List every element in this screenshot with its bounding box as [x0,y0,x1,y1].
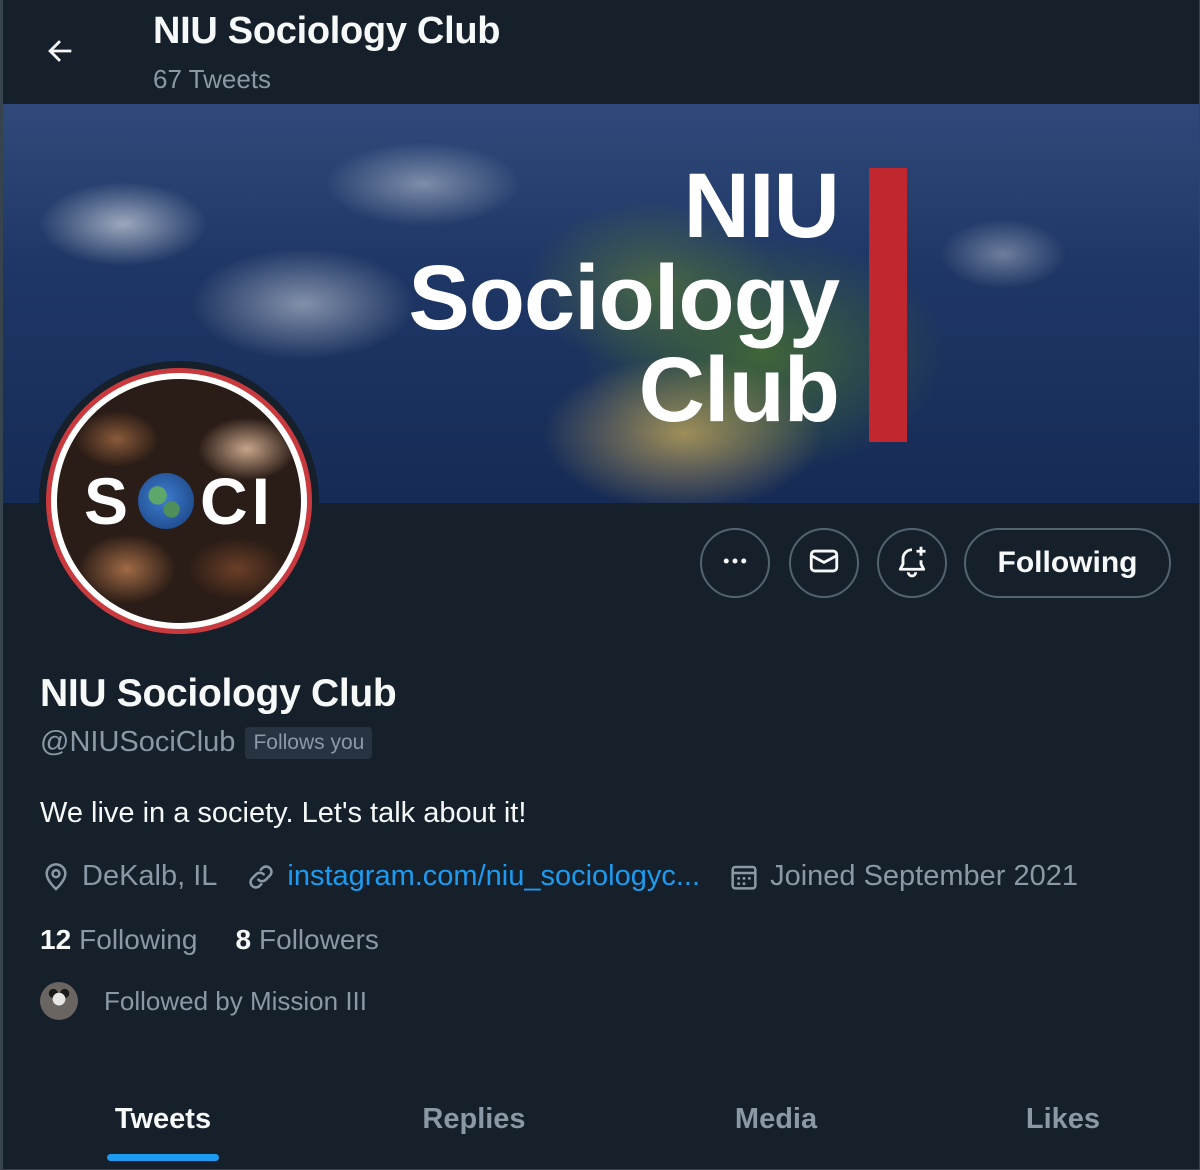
tab-label: Replies [422,1103,526,1135]
mail-icon [807,544,841,583]
tab-label: Tweets [114,1103,212,1135]
tweet-count: 67 Tweets [153,64,272,94]
profile-page: NIU Sociology Club 67 Tweets NIU Sociolo… [0,0,1200,1170]
joined-text: Joined September 2021 [770,860,1079,892]
followed-by-text: Followed by Mission III [104,985,367,1016]
following-button[interactable]: Following [964,528,1171,598]
arrow-left-icon [43,34,77,73]
following-stat[interactable]: 12 Following [40,924,197,956]
location-text: DeKalb, IL [82,860,218,892]
profile-avatar[interactable]: S CI [39,361,319,641]
banner-line-1: NIU [683,155,840,257]
active-tab-indicator [107,1154,219,1161]
tab-tweets[interactable]: Tweets [3,1070,323,1169]
follow-stats: 12 Following 8 Followers [40,924,379,956]
followers-count: 8 [235,924,252,955]
following-count: 12 [40,924,72,955]
avatar-ring: S CI [46,368,312,634]
avatar-text-right: CI [200,464,275,538]
banner-accent-bar [869,168,907,442]
tab-label: Likes [1025,1103,1101,1135]
profile-tabs: Tweets Replies Media Likes [3,1070,1199,1170]
followers-label: Followers [259,924,379,955]
link-icon [245,861,277,893]
more-button[interactable] [700,528,770,598]
user-handle: @NIUSociClub [40,726,236,758]
message-button[interactable] [789,528,859,598]
website-link[interactable]: instagram.com/niu_sociologyc... [287,860,700,893]
follows-you-badge: Follows you [245,726,373,759]
followers-stat[interactable]: 8 Followers [235,924,378,956]
tab-label: Media [734,1103,818,1135]
location-pin-icon [40,861,72,893]
handle-row: @NIUSociClub Follows you [40,726,373,759]
joined-item: Joined September 2021 [728,860,1078,893]
avatar-ring-inner: S CI [51,373,307,629]
avatar-text-left: S [83,464,133,538]
bell-plus-icon [894,543,930,584]
tab-replies[interactable]: Replies [323,1070,625,1169]
tab-likes[interactable]: Likes [927,1070,1199,1169]
avatar-image: S CI [57,379,301,623]
tab-media[interactable]: Media [625,1070,927,1169]
follower-avatar [40,982,78,1020]
profile-bio: We live in a society. Let's talk about i… [40,797,527,829]
location-item: DeKalb, IL [40,860,217,893]
globe-icon [138,473,195,529]
notify-button[interactable] [877,528,947,598]
following-label: Following [79,924,198,955]
top-header: NIU Sociology Club 67 Tweets [3,0,1199,104]
banner-line-2: Sociology [408,247,840,349]
banner-line-3: Club [638,339,840,441]
display-name: NIU Sociology Club [40,672,397,715]
profile-meta: DeKalb, IL instagram.com/niu_sociologyc.… [40,860,1106,893]
website-item[interactable]: instagram.com/niu_sociologyc... [245,860,700,893]
followed-by-row[interactable]: Followed by Mission III [40,982,367,1020]
more-icon [720,546,750,581]
banner-title: NIU Sociology Club [408,155,840,441]
header-title: NIU Sociology Club [153,10,501,52]
back-button[interactable] [33,26,87,80]
avatar-logo-text: S CI [84,463,274,539]
calendar-icon [728,861,760,893]
